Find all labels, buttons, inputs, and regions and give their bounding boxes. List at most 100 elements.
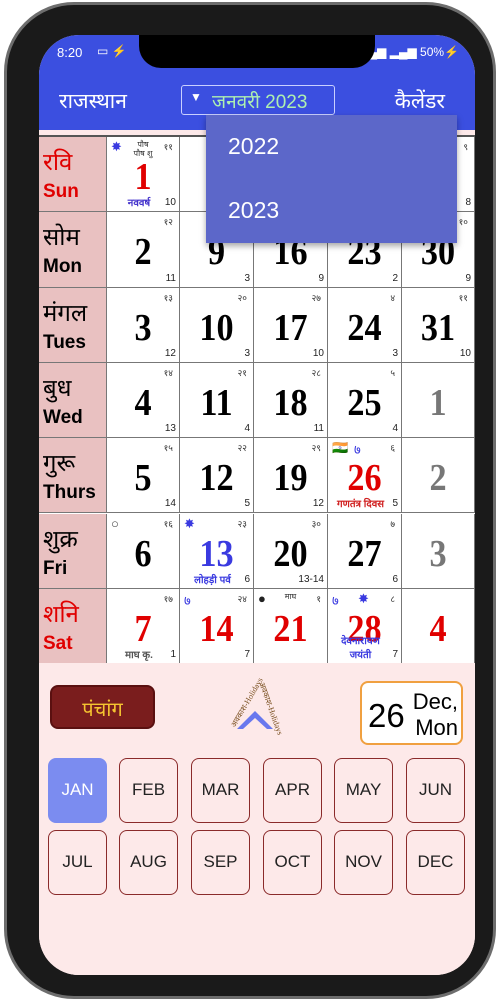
month-button-jun[interactable]: JUN [406, 758, 465, 823]
date-cell[interactable]: 5 १५ 14 [107, 438, 180, 514]
month-button-sep[interactable]: SEP [191, 830, 250, 895]
date-cell[interactable]: 28 ८ 7 देवनारायण जयंती ७ ✸ [328, 588, 402, 665]
phone-frame: 8:20 ▭ ⚡ ▂▄▆ ▂▄▆ 50%⚡ राजस्थान ▼ जनवरी 2… [4, 2, 496, 999]
date-cell[interactable]: 2 १२ 11 [107, 212, 180, 288]
date-cell[interactable]: 1 ११ 10 पौष पौष शु नववर्ष ✸ [107, 137, 180, 213]
star-icon: ✸ [111, 139, 122, 154]
day-name-english: Mon [43, 256, 83, 278]
date-number: 7 [134, 607, 152, 650]
date-number: 21 [273, 607, 308, 650]
tithi-number: २७ [311, 292, 321, 303]
date-number: 6 [134, 532, 152, 575]
ekadashi-icon: ७ [184, 592, 191, 608]
date-cell[interactable]: 25 ५ 4 [328, 362, 402, 439]
secondary-number: 3 [244, 272, 250, 284]
date-cell[interactable]: 13 २३ 6 लोहड़ी पर्व ✸ [180, 513, 254, 589]
date-cell[interactable]: 4 १४ 13 [107, 362, 180, 439]
secondary-number: 4 [244, 423, 250, 435]
date-number: 26 [347, 457, 382, 500]
secondary-number: 9 [318, 272, 324, 284]
day-label-thurs: गुरू Thurs [39, 438, 107, 514]
month-button-aug[interactable]: AUG [119, 830, 178, 895]
date-cell[interactable]: 7 १७ 1 माघ कृ. [107, 588, 180, 665]
month-button-mar[interactable]: MAR [191, 758, 250, 823]
date-cell[interactable]: 20 ३० 13-14 [254, 513, 328, 589]
day-name-hindi: रवि [43, 149, 73, 176]
tithi-number: ७ [390, 518, 395, 529]
month-button-oct[interactable]: OCT [263, 830, 322, 895]
date-cell[interactable]: 26 ६ 5 गणतंत्र दिवस 🇮🇳 ७ [328, 438, 402, 514]
day-label-wed: बुध Wed [39, 362, 107, 439]
tithi-number: ११ [458, 292, 468, 303]
tithi-number: २४ [237, 593, 247, 604]
calendar-title[interactable]: कैलेंडर [395, 87, 445, 115]
tithi-number: २९ [311, 443, 321, 454]
date-cell[interactable]: 18 २८ 11 [254, 362, 328, 439]
day-name-english: Fri [43, 557, 68, 579]
status-time: 8:20 [57, 45, 83, 60]
tithi-number: २३ [237, 518, 247, 529]
date-cell[interactable]: 11 २१ 4 [180, 362, 254, 439]
tithi-number: १७ [163, 593, 173, 604]
tithi-number: २१ [237, 367, 247, 378]
year-option-2022[interactable]: 2022 [228, 133, 279, 160]
tithi-number: १२ [163, 217, 173, 228]
date-cell[interactable]: 27 ७ 6 [328, 513, 402, 589]
tithi-number: २८ [311, 367, 321, 378]
secondary-number: 11 [313, 423, 324, 435]
year-option-2023[interactable]: 2023 [228, 197, 279, 224]
month-button-jul[interactable]: JUL [48, 830, 107, 895]
date-number: 4 [429, 607, 447, 650]
date-cell[interactable]: 14 २४ 7 ७ [180, 588, 254, 665]
date-cell[interactable]: 6 १६ ○ [107, 513, 180, 589]
month-button-may[interactable]: MAY [334, 758, 393, 823]
date-number: 3 [134, 306, 152, 349]
date-cell[interactable]: 17 २७ 10 [254, 287, 328, 363]
date-cell[interactable]: 3 [402, 513, 475, 589]
day-name-english: Sat [43, 632, 73, 654]
day-label-fri: शुक्र Fri [39, 513, 107, 589]
date-number: 19 [273, 457, 308, 500]
date-cell[interactable]: 19 २९ 12 [254, 438, 328, 514]
day-label-sat: शनि Sat [39, 588, 107, 665]
secondary-number: 12 [312, 498, 324, 510]
month-button-jan[interactable]: JAN [48, 758, 107, 823]
tithi-number: १४ [163, 367, 173, 378]
date-cell[interactable]: 12 २२ 5 [180, 438, 254, 514]
secondary-number: 7 [392, 649, 398, 661]
tithi-number: २२ [237, 443, 247, 454]
holidays-button[interactable]: अवकाश-Holidays अवकाश-Holidays [215, 676, 295, 757]
date-cell[interactable]: 1 [402, 362, 475, 439]
date-number: 2 [429, 457, 447, 500]
festival-label: गणतंत्र दिवस [336, 499, 385, 511]
secondary-number: 6 [244, 573, 250, 585]
month-button-apr[interactable]: APR [263, 758, 322, 823]
date-number: 4 [134, 381, 152, 424]
date-number: 12 [199, 457, 234, 500]
date-cell[interactable]: 21 १ माघ ● [254, 588, 328, 665]
region-title[interactable]: राजस्थान [59, 87, 127, 115]
tithi-number: १५ [163, 443, 173, 454]
date-cell[interactable]: 3 १३ 12 [107, 287, 180, 363]
festival-label: लोहड़ी पर्व [194, 574, 231, 586]
secondary-number: 5 [392, 498, 398, 510]
secondary-number: 3 [244, 347, 250, 359]
month-year-dropdown[interactable]: ▼ जनवरी 2023 [181, 85, 335, 115]
chevron-up-icon [237, 711, 273, 729]
date-cell[interactable]: 24 ४ 3 [328, 287, 402, 363]
date-cell[interactable]: 10 २० 3 [180, 287, 254, 363]
date-cell[interactable]: 2 [402, 438, 475, 514]
secondary-number: 10 [312, 347, 324, 359]
secondary-number: 13-14 [298, 573, 324, 585]
panchang-button[interactable]: पंचांग [50, 685, 155, 729]
tithi-number: १० [458, 217, 468, 228]
month-button-feb[interactable]: FEB [119, 758, 178, 823]
day-name-english: Tues [43, 331, 86, 353]
date-cell[interactable]: 31 ११ 10 [402, 287, 475, 363]
secondary-number: 13 [164, 423, 176, 435]
today-date-box[interactable]: 26 Dec, Mon [360, 681, 463, 745]
month-button-nov[interactable]: NOV [334, 830, 393, 895]
month-button-dec[interactable]: DEC [406, 830, 465, 895]
secondary-number: 4 [392, 423, 398, 435]
date-cell[interactable]: 4 [402, 588, 475, 665]
